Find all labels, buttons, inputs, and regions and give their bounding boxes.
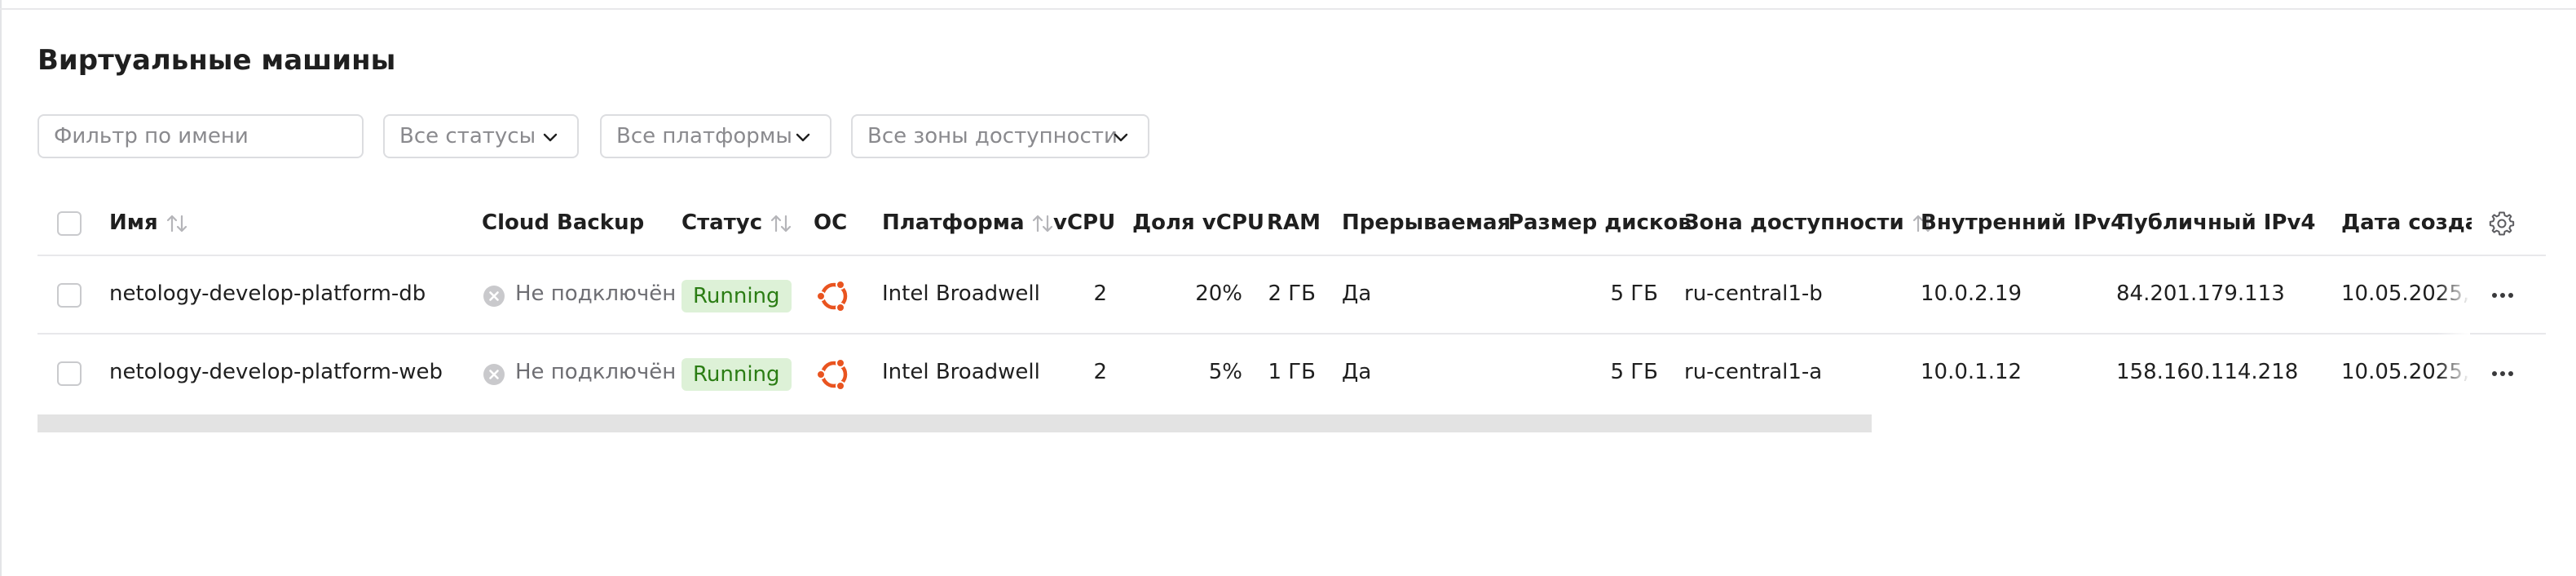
internal-ip-value: 10.0.2.19 [1921,281,2022,306]
backup-status: Не подключён [515,281,677,306]
column-header-vcpu: vCPU [1053,210,1116,235]
vm-name-link[interactable]: netology-develop-platform-db [109,281,426,306]
zone-value: ru-central1-a [1684,360,1823,384]
column-header-zone[interactable]: Зона доступности [1684,210,1935,235]
name-filter-input[interactable]: Фильтр по имени [37,114,364,158]
not-connected-icon [483,286,505,307]
status-filter-value: Все статусы [399,124,536,148]
disk-size-value: 5 ГБ [1610,360,1659,384]
page-title: Виртуальные машины [37,44,396,77]
preemptible-value: Да [1342,360,1372,384]
gear-icon[interactable] [2488,210,2516,237]
internal-ip-value: 10.0.1.12 [1921,360,2022,384]
column-header-internal-ip: Внутренний IPv4 [1921,210,2126,235]
row-checkbox[interactable] [57,283,82,308]
horizontal-scrollbar[interactable] [37,414,1872,432]
public-ip-value: 84.201.179.113 [2116,281,2285,306]
public-ip-value: 158.160.114.218 [2116,360,2299,384]
column-header-backup: Cloud Backup [482,210,645,235]
column-header-public-ip: Публичный IPv4 [2116,210,2316,235]
column-header-label: Статус [681,210,763,235]
column-fade-overlay [2437,269,2470,400]
sort-icon [166,215,187,232]
column-header-name[interactable]: Имя [109,210,189,235]
status-filter-select[interactable]: Все статусы [383,114,579,158]
left-border [0,0,2,576]
platform-filter-value: Все платформы [616,124,792,148]
ubuntu-icon [816,358,848,391]
disk-size-value: 5 ГБ [1610,281,1659,306]
sort-icon [771,215,792,232]
column-header-status[interactable]: Статус [681,210,793,235]
header-divider [37,255,2546,256]
status-badge: Running [681,358,792,391]
column-header-platform[interactable]: Платформа [882,210,1055,235]
chevron-down-icon [543,133,558,142]
backup-status: Не подключён [515,360,677,384]
chevron-down-icon [796,133,810,142]
zone-filter-select[interactable]: Все зоны доступности [851,114,1149,158]
column-header-preemptible: Прерываемая [1342,210,1511,235]
select-all-checkbox[interactable] [57,211,82,236]
platform-value: Intel Broadwell [882,360,1040,384]
sort-icon [1033,215,1053,232]
column-header-label: Платформа [882,210,1025,235]
row-checkbox[interactable] [57,361,82,386]
not-connected-icon [483,364,505,385]
platform-filter-select[interactable]: Все платформы [600,114,831,158]
zone-value: ru-central1-b [1684,281,1823,306]
more-actions-icon[interactable] [2486,287,2519,304]
zone-filter-value: Все зоны доступности [867,124,1118,148]
more-actions-icon[interactable] [2486,366,2519,382]
vcpu-share-value: 5% [1208,360,1242,384]
column-header-ram: RAM [1267,210,1321,235]
preemptible-value: Да [1342,281,1372,306]
column-header-os: ОС [814,210,848,235]
vcpu-value: 2 [1093,360,1107,384]
vcpu-value: 2 [1093,281,1107,306]
vm-name-link[interactable]: netology-develop-platform-web [109,360,443,384]
platform-value: Intel Broadwell [882,281,1040,306]
column-header-created: Дата создан [2341,210,2472,235]
ubuntu-icon [816,280,848,312]
status-badge: Running [681,280,792,312]
column-header-label: Зона доступности [1684,210,1904,235]
column-header-disk-size: Размер дисков [1508,210,1692,235]
top-divider [0,8,2576,10]
column-header-label: Имя [109,210,158,235]
ram-value: 1 ГБ [1268,360,1317,384]
row-divider [37,333,2546,335]
name-filter-placeholder: Фильтр по имени [54,124,249,148]
vcpu-share-value: 20% [1195,281,1242,306]
ram-value: 2 ГБ [1268,281,1317,306]
column-header-vcpu-share: Доля vCPU [1132,210,1265,235]
chevron-down-icon [1114,133,1128,142]
